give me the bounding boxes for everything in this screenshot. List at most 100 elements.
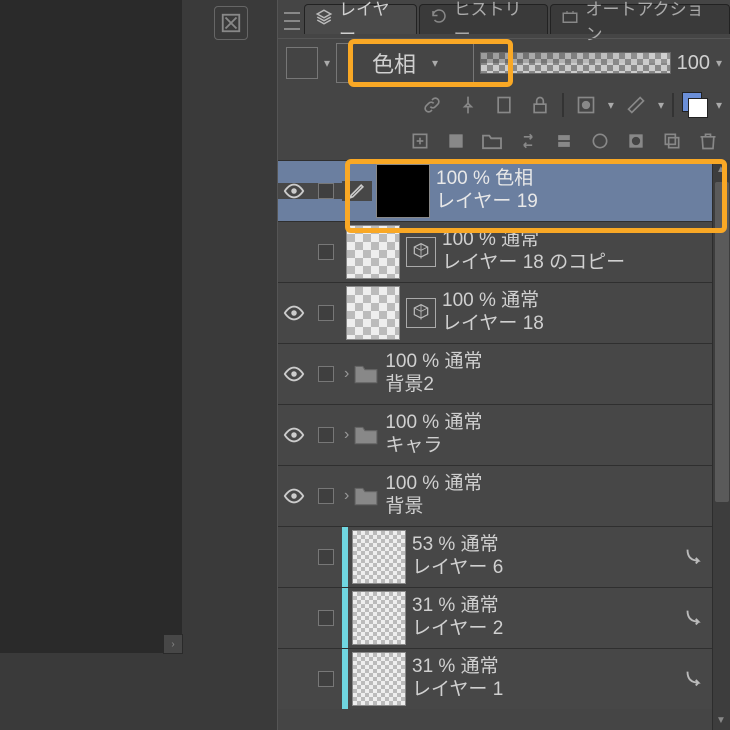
layer-name: レイヤー 1 bbox=[412, 680, 678, 701]
adjust-icon[interactable] bbox=[586, 127, 614, 155]
layer-row[interactable]: 100 % 通常 レイヤー 18 bbox=[278, 282, 730, 343]
scrollbar-thumb[interactable] bbox=[715, 182, 729, 502]
layer-checkbox[interactable] bbox=[310, 671, 342, 687]
expand-chevron-icon[interactable]: › bbox=[344, 426, 349, 444]
layer-opacity-mode: 100 % 通常 bbox=[385, 474, 730, 495]
layer-thumbnail bbox=[352, 652, 406, 706]
layers-scrollbar[interactable] bbox=[712, 160, 730, 730]
panel-menu-icon[interactable] bbox=[284, 12, 300, 30]
layer-thumbnail bbox=[346, 225, 400, 279]
expand-chevron-icon[interactable]: › bbox=[344, 365, 349, 383]
canvas-area: › bbox=[0, 0, 182, 653]
layer-thumbnail bbox=[352, 591, 406, 645]
layer-opacity-mode: 100 % 通常 bbox=[442, 230, 730, 251]
layer-checkbox[interactable] bbox=[310, 366, 342, 382]
layer-thumbnail bbox=[376, 164, 430, 218]
ruler-icon[interactable] bbox=[622, 91, 650, 119]
layer-name: 背景2 bbox=[385, 375, 730, 396]
visibility-toggle[interactable] bbox=[278, 183, 310, 199]
visibility-toggle[interactable] bbox=[278, 366, 310, 382]
layer-checkbox[interactable] bbox=[310, 183, 342, 199]
lock-icon[interactable] bbox=[526, 91, 554, 119]
layer-row[interactable]: 31 % 通常 レイヤー 1 bbox=[278, 648, 730, 709]
panel-edge bbox=[266, 0, 278, 730]
layer-opacity-mode: 100 % 通常 bbox=[442, 291, 730, 312]
opacity-value: 100 bbox=[677, 52, 710, 75]
chevron-down-icon[interactable]: ▾ bbox=[716, 98, 722, 112]
tab-layer[interactable]: レイヤー bbox=[304, 4, 417, 34]
edit-pencil-icon bbox=[342, 181, 372, 201]
layer-name: レイヤー 19 bbox=[436, 192, 730, 213]
layer-info: 100 % 通常 キャラ bbox=[385, 413, 730, 457]
layer-checkbox[interactable] bbox=[310, 549, 342, 565]
dup-icon[interactable] bbox=[658, 127, 686, 155]
layer-color-bar bbox=[342, 588, 348, 648]
tab-history[interactable]: ヒストリー bbox=[419, 4, 549, 34]
mask-add-icon[interactable] bbox=[572, 91, 600, 119]
layer-row[interactable]: › 100 % 通常 キャラ bbox=[278, 404, 730, 465]
merge-icon[interactable] bbox=[550, 127, 578, 155]
layer-opacity-mode: 100 % 色相 bbox=[436, 169, 730, 190]
pin-icon[interactable] bbox=[454, 91, 482, 119]
layer-checkbox[interactable] bbox=[310, 305, 342, 321]
layer-opacity-mode: 100 % 通常 bbox=[385, 413, 730, 434]
layer-row[interactable]: 53 % 通常 レイヤー 6 bbox=[278, 526, 730, 587]
layer-row[interactable]: 100 % 通常 レイヤー 18 のコピー bbox=[278, 221, 730, 282]
layer-color-bar bbox=[342, 649, 348, 709]
layer-info: 100 % 色相 レイヤー 19 bbox=[436, 169, 730, 213]
layer-panel: レイヤー ヒストリー オートアクション ▾ 色相 ▾ 100 ▾ bbox=[278, 0, 730, 730]
layer-row[interactable]: 100 % 色相 レイヤー 19 bbox=[278, 160, 730, 221]
layer-filter-thumb[interactable] bbox=[286, 47, 318, 79]
layer-name: レイヤー 18 bbox=[442, 314, 730, 335]
clip-icon[interactable] bbox=[490, 91, 518, 119]
layer-thumbnail bbox=[352, 530, 406, 584]
mask-icon[interactable] bbox=[622, 127, 650, 155]
layer-info: 31 % 通常 レイヤー 2 bbox=[412, 596, 678, 640]
layer-name: レイヤー 6 bbox=[412, 558, 678, 579]
expand-chevron-icon[interactable]: › bbox=[344, 487, 349, 505]
reference-badge-icon bbox=[406, 298, 436, 328]
canvas-scroll-corner[interactable]: › bbox=[163, 634, 183, 654]
layer-checkbox[interactable] bbox=[310, 488, 342, 504]
transfer-icon[interactable] bbox=[514, 127, 542, 155]
new-layer-icon[interactable] bbox=[406, 127, 434, 155]
link-icon[interactable] bbox=[418, 91, 446, 119]
chevron-down-icon[interactable]: ▾ bbox=[658, 98, 664, 112]
chevron-down-icon[interactable]: ▾ bbox=[324, 56, 330, 70]
layer-thumbnail bbox=[346, 286, 400, 340]
layer-checkbox[interactable] bbox=[310, 610, 342, 626]
trash-icon[interactable] bbox=[694, 127, 722, 155]
panel-tabs: レイヤー ヒストリー オートアクション bbox=[304, 4, 730, 34]
reference-badge-icon bbox=[406, 237, 436, 267]
new-layer-2-icon[interactable] bbox=[442, 127, 470, 155]
layer-info: 31 % 通常 レイヤー 1 bbox=[412, 657, 678, 701]
tab-auto-action[interactable]: オートアクション bbox=[550, 4, 730, 34]
new-folder-icon[interactable] bbox=[478, 127, 506, 155]
color-swatch-icon[interactable] bbox=[682, 92, 708, 118]
visibility-toggle[interactable] bbox=[278, 305, 310, 321]
layer-row[interactable]: › 100 % 通常 背景2 bbox=[278, 343, 730, 404]
blend-mode-select[interactable]: 色相 ▾ bbox=[336, 43, 474, 83]
layer-name: キャラ bbox=[385, 436, 730, 457]
transfer-tail-icon[interactable] bbox=[678, 607, 708, 629]
layer-info: 100 % 通常 背景 bbox=[385, 474, 730, 518]
layers-list: 100 % 色相 レイヤー 19 100 % 通常 レイヤー 18 のコピー 1… bbox=[278, 160, 730, 709]
layer-opacity-mode: 53 % 通常 bbox=[412, 535, 678, 556]
layer-name: レイヤー 18 のコピー bbox=[442, 253, 730, 274]
layer-row[interactable]: 31 % 通常 レイヤー 2 bbox=[278, 587, 730, 648]
layer-opacity-mode: 31 % 通常 bbox=[412, 657, 678, 678]
layer-stack-icon bbox=[315, 8, 333, 31]
transfer-tail-icon[interactable] bbox=[678, 668, 708, 690]
opacity-slider[interactable] bbox=[480, 52, 671, 74]
layer-row[interactable]: › 100 % 通常 背景 bbox=[278, 465, 730, 526]
layer-opacity-mode: 31 % 通常 bbox=[412, 596, 678, 617]
layer-name: 背景 bbox=[385, 497, 730, 518]
chevron-down-icon[interactable]: ▾ bbox=[716, 56, 722, 70]
layer-checkbox[interactable] bbox=[310, 244, 342, 260]
visibility-toggle[interactable] bbox=[278, 427, 310, 443]
layer-checkbox[interactable] bbox=[310, 427, 342, 443]
visibility-toggle[interactable] bbox=[278, 488, 310, 504]
transfer-tail-icon[interactable] bbox=[678, 546, 708, 568]
chevron-down-icon[interactable]: ▾ bbox=[608, 98, 614, 112]
close-icon[interactable] bbox=[214, 6, 248, 40]
